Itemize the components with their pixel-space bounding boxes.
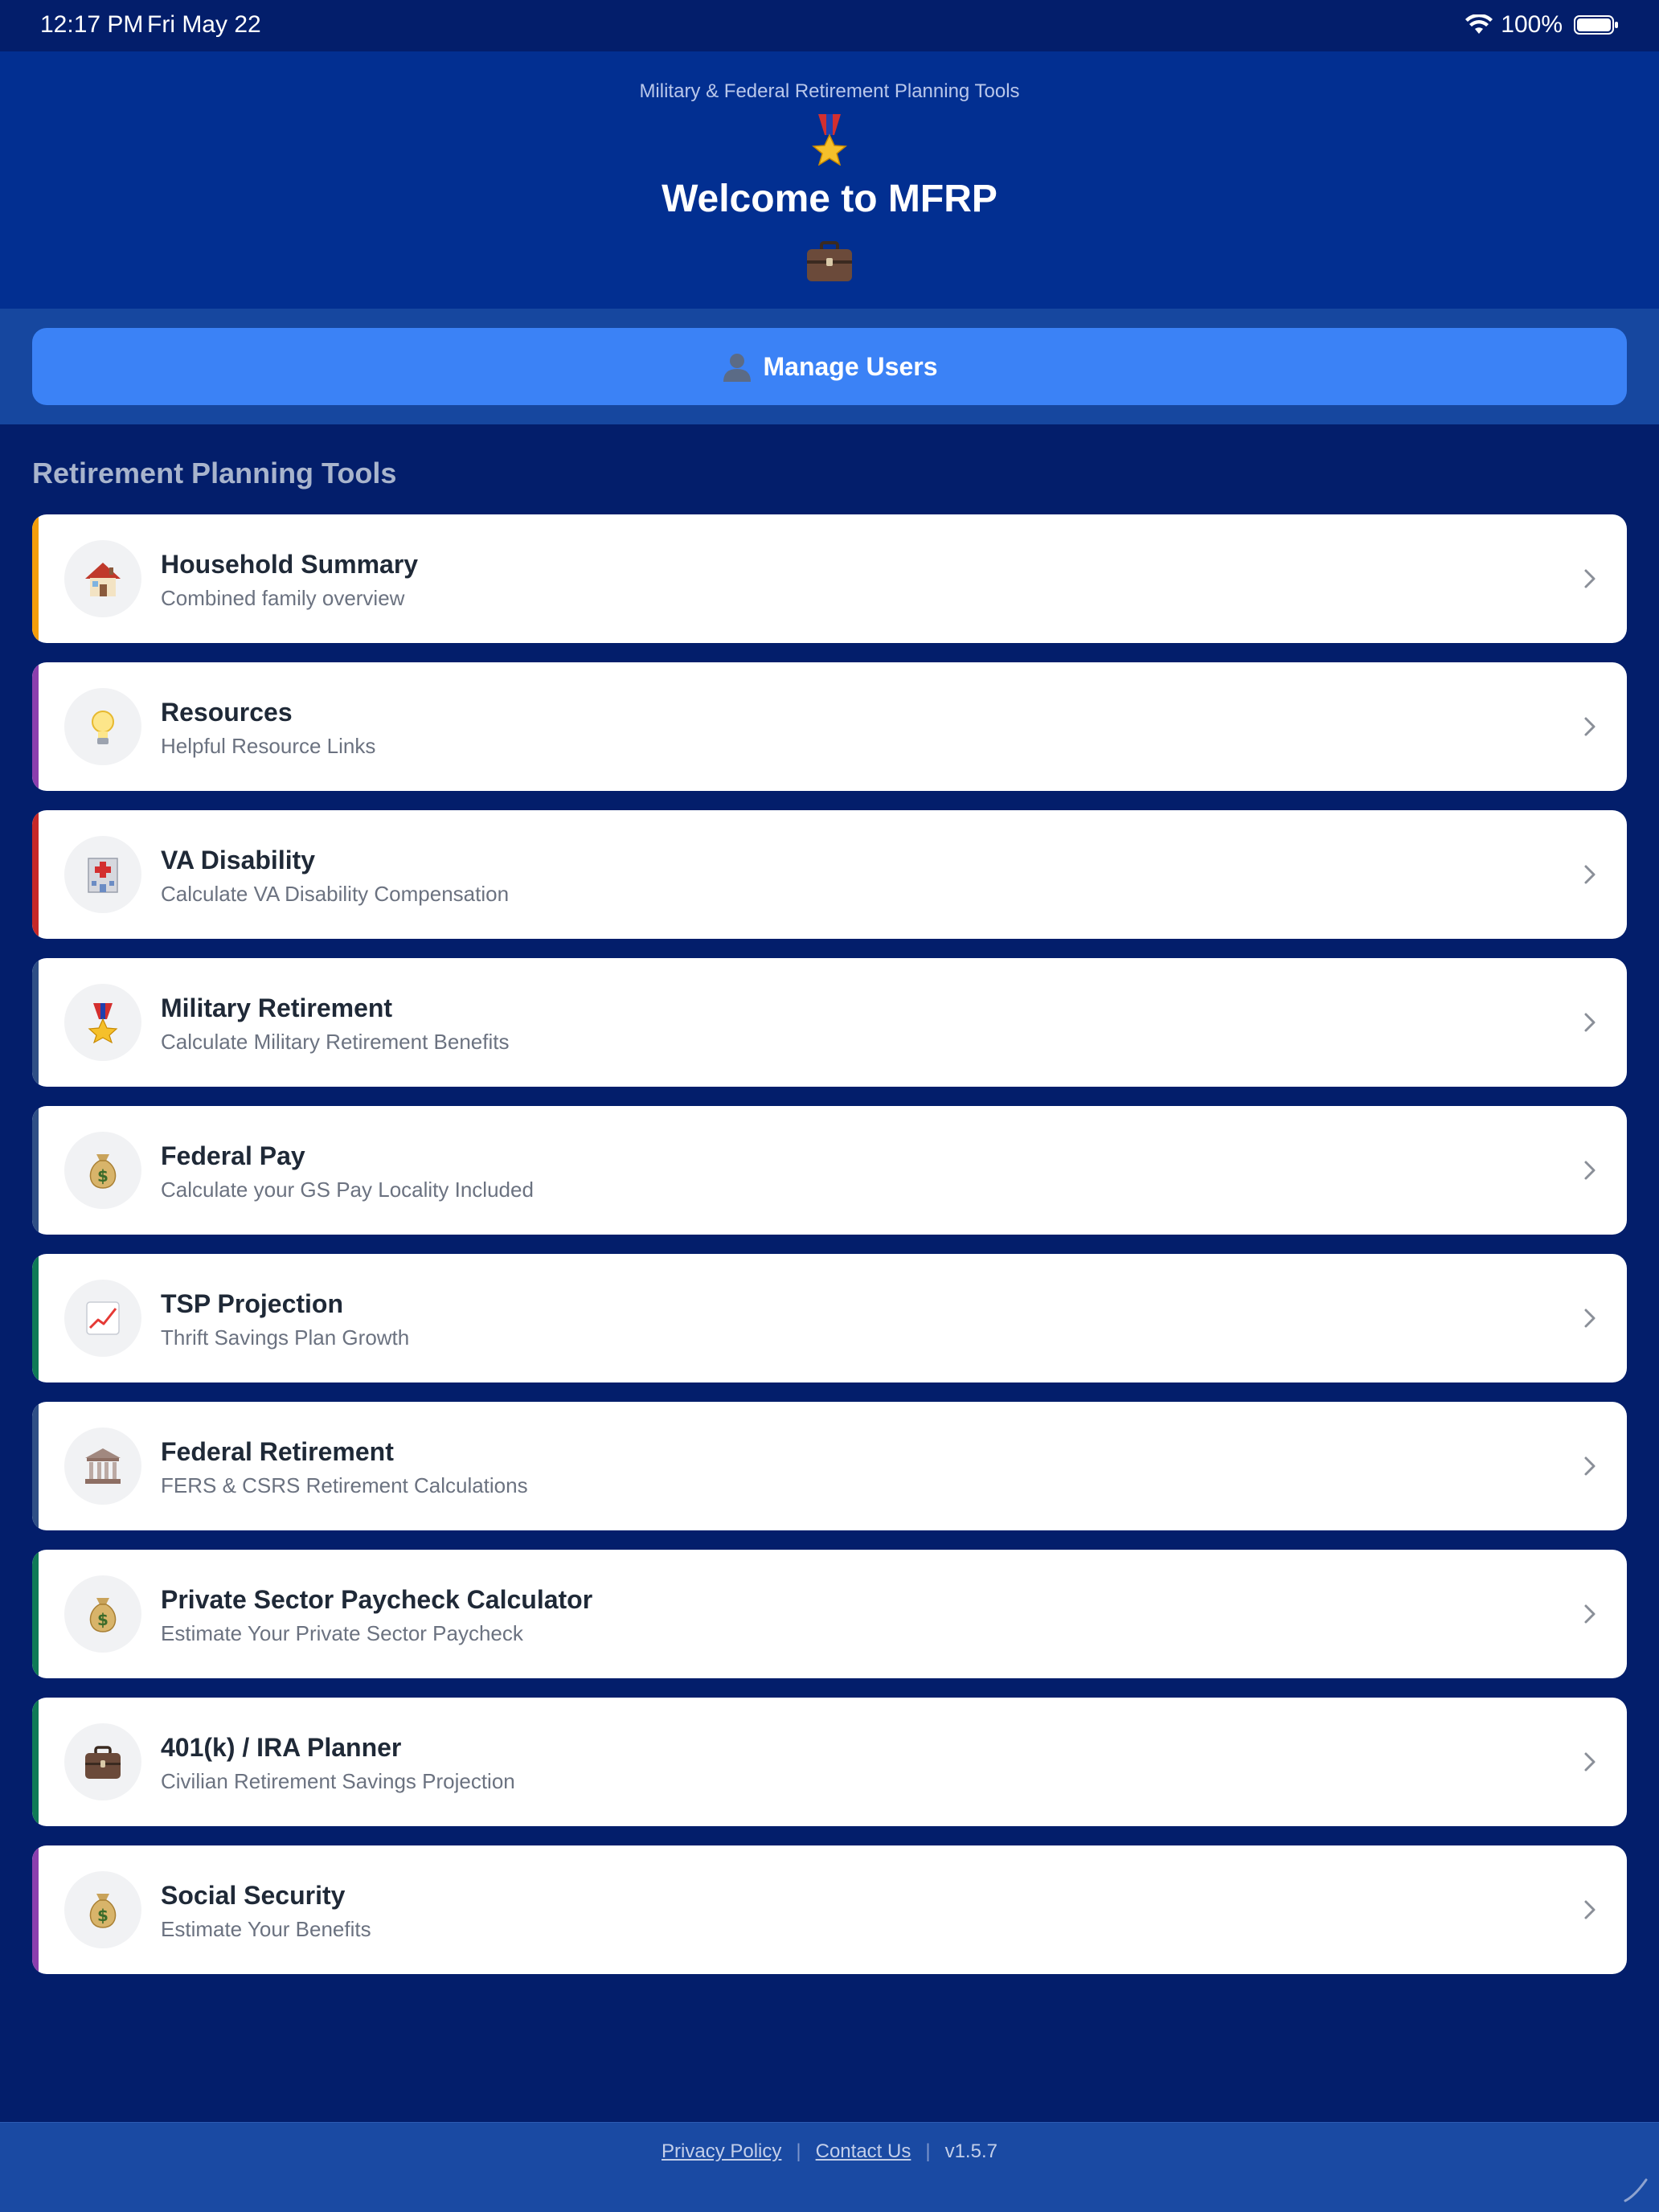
chevron-right-icon <box>1584 1456 1596 1476</box>
tool-icon-badge <box>64 540 141 617</box>
version-label: v1.5.7 <box>944 2140 997 2162</box>
medal-icon <box>88 1003 118 1043</box>
tool-title: Household Summary <box>161 550 419 579</box>
manage-users-section: Manage Users <box>0 309 1659 424</box>
chevron-right-icon <box>1584 717 1596 736</box>
tool-title: Federal Retirement <box>161 1437 394 1466</box>
tool-subtitle: FERS & CSRS Retirement Calculations <box>161 1473 528 1497</box>
header-banner: Military & Federal Retirement Planning T… <box>0 51 1659 309</box>
briefcase-icon <box>807 241 852 281</box>
tool-card-social-security[interactable]: $ Social Security Estimate Your Benefits <box>32 1845 1627 1974</box>
battery-percent: 100% <box>1501 11 1563 38</box>
tool-title: Federal Pay <box>161 1141 305 1170</box>
tool-card-resources[interactable]: Resources Helpful Resource Links <box>32 662 1627 791</box>
privacy-policy-link[interactable]: Privacy Policy <box>662 2140 781 2163</box>
chevron-right-icon <box>1584 1161 1596 1180</box>
chevron-right-icon <box>1584 1013 1596 1032</box>
tool-card-household-summary[interactable]: Household Summary Combined family overvi… <box>32 514 1627 643</box>
house-icon <box>85 563 121 596</box>
chevron-right-icon <box>1584 569 1596 588</box>
accent-bar <box>32 810 39 939</box>
lightbulb-icon <box>92 711 114 744</box>
status-bar: 12:17 PM Fri May 22 100% <box>0 0 1659 51</box>
section-title: Retirement Planning Tools <box>32 457 397 490</box>
tool-subtitle: Calculate VA Disability Compensation <box>161 882 510 906</box>
footer-separator: | <box>796 2140 801 2162</box>
tool-title: Private Sector Paycheck Calculator <box>161 1585 593 1614</box>
svg-text:$: $ <box>97 1906 109 1925</box>
manage-users-button[interactable]: Manage Users <box>32 328 1627 405</box>
user-silhouette-icon <box>723 354 751 382</box>
tool-icon-badge <box>64 688 141 765</box>
accent-bar <box>32 958 39 1087</box>
tool-card-private-sector-paycheck[interactable]: $ Private Sector Paycheck Calculator Est… <box>32 1550 1627 1678</box>
chevron-right-icon <box>1584 1900 1596 1919</box>
tool-icon-badge: $ <box>64 1132 141 1209</box>
accent-bar <box>32 1402 39 1530</box>
footer: Privacy Policy | Contact Us | v1.5.7 <box>0 2122 1659 2212</box>
status-time: 12:17 PM <box>40 11 144 38</box>
battery-icon <box>1574 15 1618 35</box>
accent-bar <box>32 514 39 643</box>
chevron-right-icon <box>1584 1604 1596 1624</box>
tool-icon-badge <box>64 836 141 913</box>
tool-card-military-retirement[interactable]: Military Retirement Calculate Military R… <box>32 958 1627 1087</box>
footer-links: Privacy Policy | Contact Us | v1.5.7 <box>0 2123 1659 2181</box>
tool-icon-badge: $ <box>64 1575 141 1653</box>
tool-title: VA Disability <box>161 846 316 875</box>
money-bag-icon: $ <box>89 1598 117 1632</box>
tool-title: Resources <box>161 698 293 727</box>
tool-icon-badge <box>64 1280 141 1357</box>
tool-icon-badge <box>64 1723 141 1800</box>
accent-bar <box>32 1254 39 1382</box>
money-bag-icon: $ <box>89 1154 117 1189</box>
accent-bar <box>32 662 39 791</box>
tool-icon-badge <box>64 1428 141 1505</box>
svg-text:$: $ <box>97 1166 109 1186</box>
tool-subtitle: Helpful Resource Links <box>161 734 376 758</box>
chart-increasing-icon <box>86 1301 120 1335</box>
tool-card-federal-retirement[interactable]: Federal Retirement FERS & CSRS Retiremen… <box>32 1402 1627 1530</box>
status-indicators: 100% <box>1465 11 1619 39</box>
tool-card-401k-ira-planner[interactable]: 401(k) / IRA Planner Civilian Retirement… <box>32 1698 1627 1826</box>
status-date: Fri May 22 <box>147 11 261 38</box>
briefcase-icon <box>85 1746 121 1779</box>
tool-subtitle: Thrift Savings Plan Growth <box>161 1325 410 1350</box>
medal-icon <box>812 114 847 166</box>
tool-card-federal-pay[interactable]: $ Federal Pay Calculate your GS Pay Loca… <box>32 1106 1627 1235</box>
tool-card-va-disability[interactable]: VA Disability Calculate VA Disability Co… <box>32 810 1627 939</box>
tool-title: Military Retirement <box>161 993 393 1022</box>
tool-title: 401(k) / IRA Planner <box>161 1733 402 1762</box>
tool-subtitle: Combined family overview <box>161 586 405 610</box>
tool-subtitle: Estimate Your Private Sector Paycheck <box>161 1621 523 1645</box>
classical-building-icon <box>85 1448 121 1484</box>
tool-card-tsp-projection[interactable]: TSP Projection Thrift Savings Plan Growt… <box>32 1254 1627 1382</box>
hospital-icon <box>88 858 118 893</box>
app-subtitle: Military & Federal Retirement Planning T… <box>639 80 1020 102</box>
footer-separator: | <box>925 2140 931 2162</box>
tool-icon-badge: $ <box>64 1871 141 1948</box>
svg-text:$: $ <box>97 1610 109 1629</box>
tool-subtitle: Estimate Your Benefits <box>161 1917 371 1941</box>
wifi-icon <box>1465 14 1493 34</box>
tool-subtitle: Civilian Retirement Savings Projection <box>161 1769 515 1793</box>
accent-bar <box>32 1106 39 1235</box>
tool-subtitle: Calculate Military Retirement Benefits <box>161 1030 510 1054</box>
tool-list: Household Summary Combined family overvi… <box>32 514 1627 1993</box>
accent-bar <box>32 1550 39 1678</box>
page-title: Welcome to MFRP <box>662 178 997 220</box>
chevron-right-icon <box>1584 1309 1596 1328</box>
contact-us-link[interactable]: Contact Us <box>816 2140 911 2163</box>
tool-title: Social Security <box>161 1881 346 1910</box>
chevron-right-icon <box>1584 865 1596 884</box>
tool-title: TSP Projection <box>161 1289 344 1318</box>
manage-users-label: Manage Users <box>763 351 938 381</box>
resize-handle-icon <box>1624 2178 1648 2202</box>
money-bag-icon: $ <box>89 1894 117 1928</box>
chevron-right-icon <box>1584 1752 1596 1772</box>
tool-icon-badge <box>64 984 141 1061</box>
tool-subtitle: Calculate your GS Pay Locality Included <box>161 1178 534 1202</box>
accent-bar <box>32 1698 39 1826</box>
accent-bar <box>32 1845 39 1974</box>
